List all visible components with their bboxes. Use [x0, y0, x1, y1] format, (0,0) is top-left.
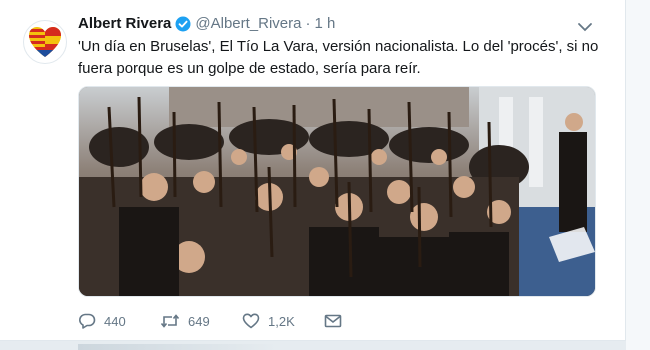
direct-message-button[interactable]: [324, 313, 350, 329]
tweet-photo[interactable]: [78, 86, 596, 297]
like-button[interactable]: 1,2K: [242, 312, 324, 330]
reply-icon: [79, 313, 96, 329]
chevron-down-icon[interactable]: [577, 20, 593, 32]
reply-button[interactable]: 440: [78, 312, 160, 330]
tweet-card[interactable]: Albert Rivera @Albert_Rivera · 1 h 'Un d…: [0, 0, 626, 341]
verified-badge-icon: [175, 16, 191, 32]
retweet-button[interactable]: 649: [160, 312, 242, 330]
reply-count: 440: [104, 313, 126, 329]
retweet-count: 649: [188, 313, 210, 329]
separator-dot: ·: [305, 15, 311, 32]
page-background-strip: [626, 0, 650, 350]
author-name[interactable]: Albert Rivera: [78, 14, 171, 34]
heart-flag-logo: [29, 27, 61, 57]
avatar[interactable]: [23, 20, 67, 64]
tweet-text: 'Un día en Bruselas', El Tío La Vara, ve…: [78, 38, 599, 77]
author-handle[interactable]: @Albert_Rivera: [195, 14, 301, 34]
next-tweet-hint: [78, 344, 278, 350]
envelope-icon: [324, 314, 342, 328]
heart-icon: [242, 313, 260, 329]
tweet-actions: 440 649 1,2K: [78, 310, 350, 332]
like-count: 1,2K: [268, 313, 295, 329]
tweet-header: Albert Rivera @Albert_Rivera · 1 h: [78, 14, 335, 34]
retweet-icon: [160, 314, 180, 328]
timestamp[interactable]: 1 h: [314, 14, 335, 34]
